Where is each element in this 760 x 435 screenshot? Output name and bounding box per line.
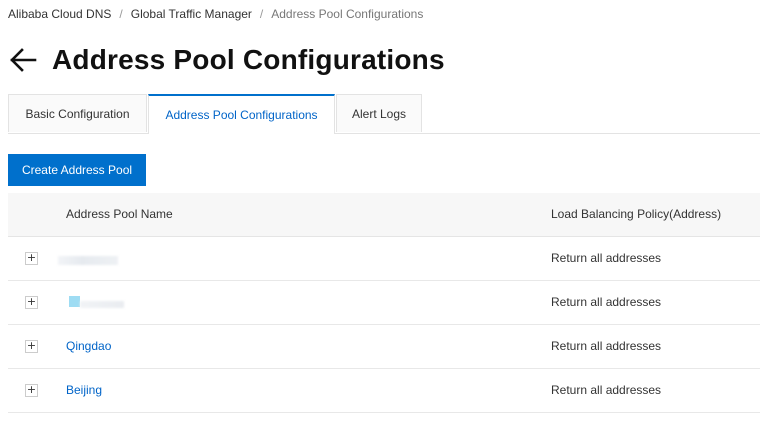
tab-alert-logs[interactable]: Alert Logs bbox=[336, 94, 422, 132]
row-policy: Return all addresses bbox=[551, 383, 662, 397]
table-row: + Return all addresses bbox=[8, 237, 760, 281]
back-button[interactable] bbox=[8, 46, 38, 74]
column-header-load-balancing-policy: Load Balancing Policy(Address) bbox=[551, 207, 722, 221]
pool-name-link[interactable]: Qingdao bbox=[66, 325, 111, 368]
redacted-pool-name-tail bbox=[80, 301, 124, 308]
redacted-pool-name[interactable] bbox=[69, 296, 80, 307]
row-policy: Return all addresses bbox=[551, 251, 662, 265]
table-header: Address Pool Name Load Balancing Policy(… bbox=[8, 193, 760, 237]
row-policy: Return all addresses bbox=[551, 295, 662, 309]
expand-row-button[interactable]: + bbox=[25, 340, 38, 353]
breadcrumb: Alibaba Cloud DNS / Global Traffic Manag… bbox=[8, 6, 423, 22]
expand-row-button[interactable]: + bbox=[25, 252, 38, 265]
arrow-left-icon bbox=[10, 48, 37, 72]
table-row: + Qingdao Return all addresses bbox=[8, 325, 760, 369]
expand-row-button[interactable]: + bbox=[25, 384, 38, 397]
row-policy: Return all addresses bbox=[551, 339, 662, 353]
table-row: + Beijing Return all addresses bbox=[8, 369, 760, 413]
tab-address-pool-configurations[interactable]: Address Pool Configurations bbox=[148, 94, 335, 134]
redacted-pool-name[interactable] bbox=[58, 256, 118, 265]
address-pool-table: Address Pool Name Load Balancing Policy(… bbox=[8, 193, 760, 413]
breadcrumb-item-alibaba-cloud-dns[interactable]: Alibaba Cloud DNS bbox=[8, 6, 111, 22]
column-header-pool-name: Address Pool Name bbox=[66, 207, 173, 221]
expand-row-button[interactable]: + bbox=[25, 296, 38, 309]
table-row: + Return all addresses bbox=[8, 281, 760, 325]
page-title: Address Pool Configurations bbox=[52, 44, 445, 75]
breadcrumb-item-current: Address Pool Configurations bbox=[271, 7, 424, 21]
tab-basic-configuration[interactable]: Basic Configuration bbox=[8, 94, 147, 132]
page-header: Address Pool Configurations bbox=[8, 40, 445, 80]
tab-bar: Basic Configuration Address Pool Configu… bbox=[8, 94, 760, 134]
breadcrumb-separator: / bbox=[259, 7, 264, 21]
breadcrumb-item-global-traffic-manager[interactable]: Global Traffic Manager bbox=[131, 6, 252, 22]
pool-name-link[interactable]: Beijing bbox=[66, 369, 102, 412]
breadcrumb-separator: / bbox=[119, 7, 123, 21]
create-address-pool-button[interactable]: Create Address Pool bbox=[8, 154, 146, 186]
